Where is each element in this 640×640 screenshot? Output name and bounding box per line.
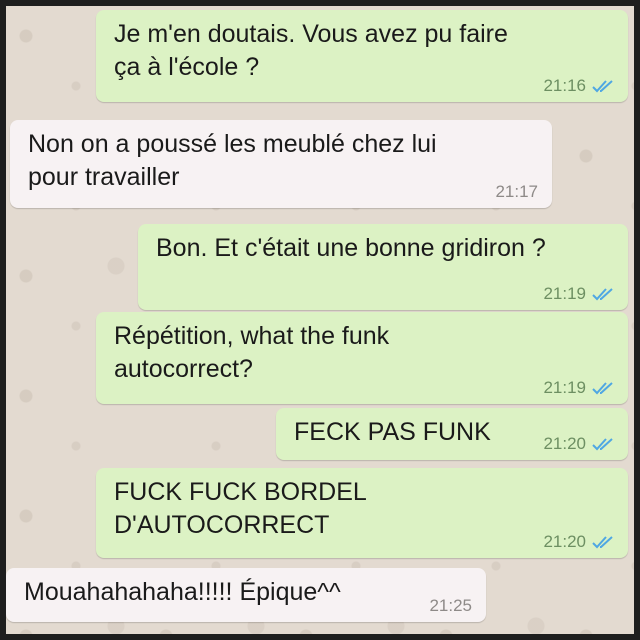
message-time: 21:25 (429, 596, 472, 615)
message-bubble-outgoing[interactable]: Répétition, what the funk autocorrect? 2… (96, 312, 628, 404)
message-bubble-outgoing[interactable]: Je m'en doutais. Vous avez pu faire ça à… (96, 10, 628, 102)
message-time: 21:16 (543, 76, 586, 95)
message-meta: 21:20 (543, 532, 614, 552)
double-check-read-icon (592, 381, 614, 395)
message-bubble-outgoing[interactable]: Bon. Et c'était une bonne gridiron ? 21:… (138, 224, 628, 310)
message-text: Mouahahahaha!!!!! Épique^^ (24, 578, 341, 606)
message-text: Bon. Et c'était une bonne gridiron ? (156, 234, 546, 262)
message-meta: 21:20 (543, 434, 614, 454)
double-check-read-icon (592, 287, 614, 301)
message-time: 21:20 (543, 532, 586, 551)
message-text: Non on a poussé les meublé chez lui pour… (28, 130, 437, 191)
message-meta: 21:19 (543, 284, 614, 304)
message-text: Je m'en doutais. Vous avez pu faire ça à… (114, 20, 508, 81)
message-meta: 21:19 (543, 378, 614, 398)
message-text: FUCK FUCK BORDEL D'AUTOCORRECT (114, 478, 367, 539)
double-check-read-icon (592, 437, 614, 451)
message-text: Répétition, what the funk autocorrect? (114, 322, 390, 383)
message-time: 21:19 (543, 284, 586, 303)
double-check-read-icon (592, 79, 614, 93)
message-meta: 21:16 (543, 76, 614, 96)
message-meta: 21:17 (495, 182, 538, 202)
message-bubble-incoming[interactable]: Mouahahahaha!!!!! Épique^^ 21:25 (6, 568, 486, 622)
message-bubble-outgoing[interactable]: FUCK FUCK BORDEL D'AUTOCORRECT 21:20 (96, 468, 628, 558)
double-check-read-icon (592, 535, 614, 549)
message-meta: 21:25 (429, 596, 472, 616)
chat-background: Je m'en doutais. Vous avez pu faire ça à… (6, 6, 634, 634)
message-bubble-outgoing[interactable]: FECK PAS FUNK 21:20 (276, 408, 628, 460)
message-bubble-incoming[interactable]: Non on a poussé les meublé chez lui pour… (10, 120, 552, 208)
message-time: 21:17 (495, 182, 538, 201)
message-time: 21:19 (543, 378, 586, 397)
message-time: 21:20 (543, 434, 586, 453)
